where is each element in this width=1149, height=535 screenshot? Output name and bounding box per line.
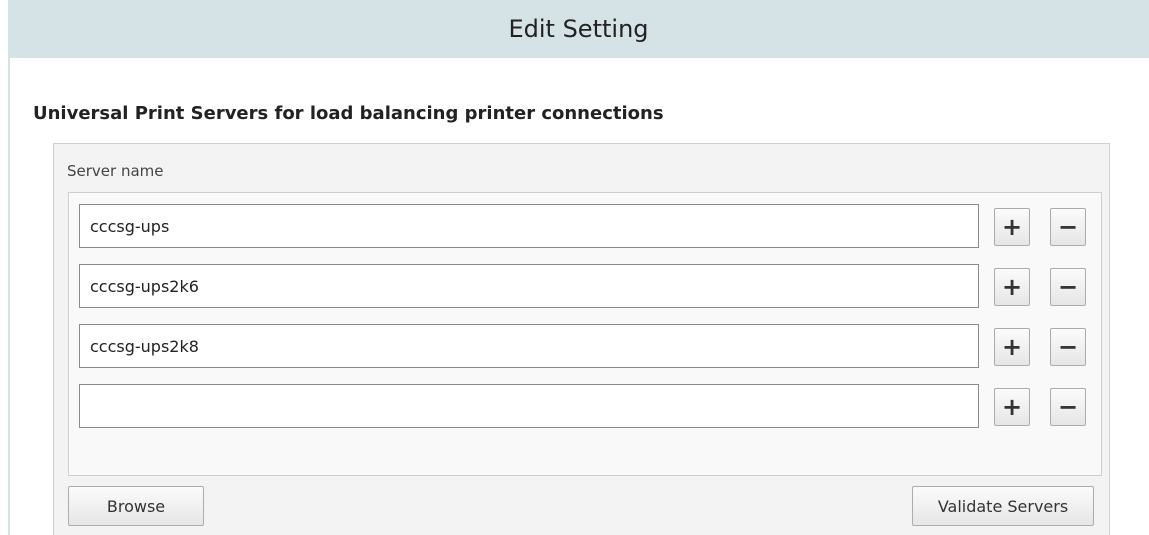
title-bar: Edit Setting xyxy=(8,0,1149,58)
minus-icon: − xyxy=(1057,273,1079,301)
minus-icon: − xyxy=(1057,393,1079,421)
add-server-button[interactable]: + xyxy=(994,268,1030,306)
remove-server-button[interactable]: − xyxy=(1050,328,1086,366)
validate-servers-button[interactable]: Validate Servers xyxy=(912,486,1094,526)
plus-icon: + xyxy=(1001,213,1023,241)
server-list: + − + − + − xyxy=(68,192,1102,476)
remove-server-button[interactable]: − xyxy=(1050,268,1086,306)
server-name-column-label: Server name xyxy=(67,162,164,180)
browse-button[interactable]: Browse xyxy=(68,486,204,526)
add-server-button[interactable]: + xyxy=(994,388,1030,426)
plus-icon: + xyxy=(1001,333,1023,361)
plus-icon: + xyxy=(1001,393,1023,421)
server-row: + − xyxy=(79,204,1091,248)
window-title: Edit Setting xyxy=(508,15,649,43)
server-list-panel: Server name + − + − xyxy=(53,143,1110,535)
remove-server-button[interactable]: − xyxy=(1050,208,1086,246)
server-name-input[interactable] xyxy=(79,204,979,248)
edit-setting-window: Edit Setting Universal Print Servers for… xyxy=(0,0,1149,535)
minus-icon: − xyxy=(1057,213,1079,241)
window-left-border xyxy=(8,58,10,535)
plus-icon: + xyxy=(1001,273,1023,301)
remove-server-button[interactable]: − xyxy=(1050,388,1086,426)
server-name-input[interactable] xyxy=(79,324,979,368)
server-row: + − xyxy=(79,384,1091,428)
setting-heading: Universal Print Servers for load balanci… xyxy=(33,103,664,124)
server-name-input[interactable] xyxy=(79,264,979,308)
minus-icon: − xyxy=(1057,333,1079,361)
server-row: + − xyxy=(79,324,1091,368)
server-row: + − xyxy=(79,264,1091,308)
server-name-input[interactable] xyxy=(79,384,979,428)
add-server-button[interactable]: + xyxy=(994,208,1030,246)
add-server-button[interactable]: + xyxy=(994,328,1030,366)
